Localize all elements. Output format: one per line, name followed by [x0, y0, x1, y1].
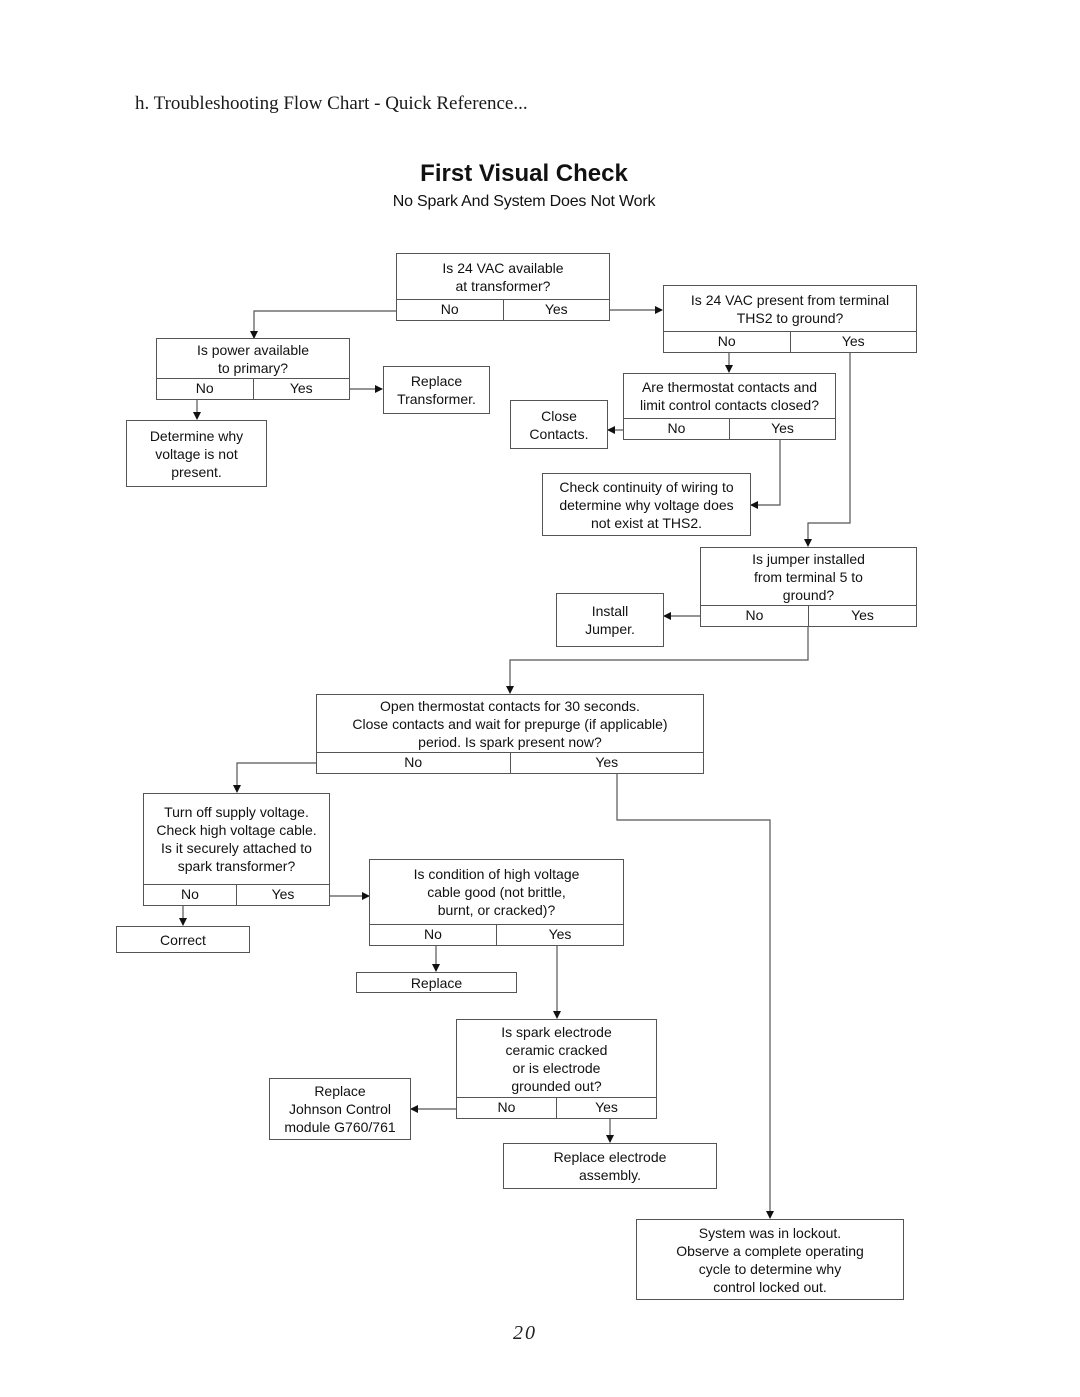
connector-d4-yes [750, 440, 781, 509]
answer-yes: Yes [496, 925, 623, 945]
decision-question: Turn off supply voltage. Check high volt… [156, 804, 317, 874]
answer-no: No [717, 333, 736, 349]
answer-no: No [440, 301, 459, 317]
answer-yes: Yes [808, 606, 916, 626]
decision-question: Is power available to primary? [196, 341, 310, 376]
decision-24vac-ths2: Is 24 VAC present from terminal THS2 to … [663, 285, 917, 353]
answer-no: No [497, 1099, 516, 1115]
decision-jumper-installed: Is jumper installed from terminal 5 to g… [700, 547, 917, 627]
action-replace-electrode: Replace electrode assembly. [503, 1143, 717, 1189]
decision-24vac-transformer: Is 24 VAC available at transformer? No Ye… [396, 253, 610, 321]
decision-question: Are thermostat contacts and limit contro… [640, 379, 819, 413]
decision-question: Open thermostat contacts for 30 seconds.… [352, 697, 668, 750]
answer-no: No [745, 607, 764, 623]
chart-title: First Visual Check [420, 160, 628, 187]
answer-no: No [181, 886, 199, 902]
answer-yes: Yes [236, 885, 329, 905]
action-replace-cable: Replace [356, 972, 517, 993]
action-replace-transformer: Replace Transformer. [383, 366, 490, 414]
decision-electrode-cracked: Is spark electrode ceramic cracked or is… [456, 1019, 657, 1119]
action-correct: Correct [116, 926, 250, 953]
answer-no: No [195, 380, 214, 396]
decision-power-primary: Is power available to primary? No Yes [156, 338, 350, 400]
action-check-continuity: Check continuity of wiring to determine … [542, 473, 751, 536]
decision-question: Is condition of high voltage cable good … [413, 866, 580, 918]
action-determine-voltage: Determine why voltage is not present. [126, 420, 267, 487]
answer-no: No [424, 926, 442, 942]
chart-subtitle: No Spark And System Does Not Work [392, 193, 656, 210]
answer-yes: Yes [502, 300, 610, 320]
decision-hv-cable-attached: Turn off supply voltage. Check high volt… [143, 793, 330, 906]
answer-yes: Yes [556, 1098, 656, 1118]
answer-yes: Yes [729, 419, 835, 439]
action-system-lockout: System was in lockout. Observe a complet… [636, 1219, 904, 1300]
connector-d1-no [250, 310, 397, 339]
decision-question: Is 24 VAC present from terminal THS2 to … [690, 291, 890, 326]
decision-hv-cable-condition: Is condition of high voltage cable good … [369, 859, 624, 946]
action-install-jumper: Install Jumper. [556, 593, 664, 647]
answer-yes: Yes [252, 379, 350, 399]
action-replace-johnson-module: Replace Johnson Control module G760/761 [269, 1078, 411, 1140]
section-heading: h. Troubleshooting Flow Chart - Quick Re… [135, 93, 528, 114]
decision-contacts-closed: Are thermostat contacts and limit contro… [623, 373, 836, 440]
page-number: 20 [513, 1322, 537, 1344]
decision-spark-present: Open thermostat contacts for 30 seconds.… [316, 694, 704, 774]
answer-no: No [667, 420, 686, 436]
action-close-contacts: Close Contacts. [510, 400, 608, 449]
decision-question: Is jumper installed from terminal 5 to g… [752, 550, 865, 603]
answer-yes: Yes [509, 753, 704, 773]
connector-d6-no [233, 762, 316, 793]
decision-question: Is 24 VAC available at transformer? [442, 259, 564, 294]
decision-question: Is spark electrode ceramic cracked or is… [501, 1023, 612, 1094]
answer-no: No [404, 754, 423, 770]
answer-yes: Yes [789, 332, 917, 352]
